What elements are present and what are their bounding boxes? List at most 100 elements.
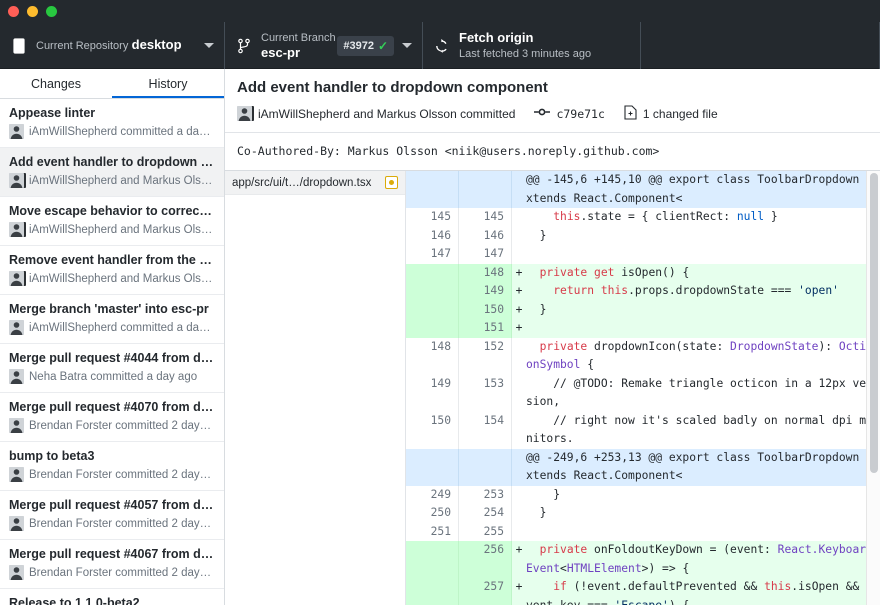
chevron-down-icon [204,43,214,48]
diff-line-marker: + [512,578,526,605]
toolbar-spacer [641,22,880,69]
commit-list-item-author: iAmWillShepherd committed a day ago [29,322,215,334]
diff-new-line-number: 256 [459,541,512,578]
current-branch-value: esc-pr [261,45,300,60]
diff-old-line-number: 149 [406,375,459,412]
commit-list-item[interactable]: Release to 1.1.0-beta2Neha Batra committ… [0,589,224,605]
commit-list-item[interactable]: Merge pull request #4044 from des…Neha B… [0,344,224,393]
current-repository-button[interactable]: Current Repository desktop [0,22,225,69]
avatar [9,369,24,384]
diff-line-ctx: 251255 [406,523,880,542]
pull-request-number: #3972 [343,40,374,52]
close-window-button[interactable] [8,6,19,17]
diff-new-line-number: 254 [459,504,512,523]
diff-line-marker [512,523,526,542]
commit-list-item-author: Brendan Forster committed 2 days ago [29,567,215,579]
commit-list-item[interactable]: Move escape behavior to correct co…iAmWi… [0,197,224,246]
commit-description: Co-Authored-By: Markus Olsson <niik@user… [237,133,868,170]
commit-list-item-meta: Brendan Forster committed 2 days ago [9,418,215,433]
diff-line-ctx: 147147 [406,245,880,264]
commit-list-item-meta: iAmWillShepherd and Markus Olsson… [9,222,215,237]
diff-old-line-number [406,449,459,486]
diff-new-line-number: 151 [459,319,512,338]
commit-list-item[interactable]: Merge pull request #4070 from desk..Bren… [0,393,224,442]
diff-line-marker [512,171,526,208]
commit-list-item-author: Neha Batra committed a day ago [29,371,197,383]
diff-new-line-number: 154 [459,412,512,449]
changed-file-list[interactable]: app/src/ui/t…/dropdown.tsx [225,171,406,605]
changed-file-path: app/src/ui/t…/dropdown.tsx [232,177,380,189]
tab-history[interactable]: History [112,69,224,98]
fetch-origin-button[interactable]: Fetch origin Last fetched 3 minutes ago [423,22,641,69]
commit-list-item[interactable]: Remove event handler from the bran.. iAmW… [0,246,224,295]
commit-list-item[interactable]: Merge branch 'master' into esc-priAmWill… [0,295,224,344]
commit-list-item-title: Add event handler to dropdown com… [9,155,215,169]
diff-old-line-number [406,319,459,338]
diff-line-code [526,319,880,338]
commit-list-item-meta: iAmWillShepherd and Markus Olsson.. [9,271,215,286]
avatar [9,173,24,188]
diff-new-line-number: 146 [459,227,512,246]
diff-line-add: 150+ } [406,301,880,320]
commit-list-item-title: Remove event handler from the bran.. [9,253,215,267]
diff-line-ctx: 249253 } [406,486,880,505]
commit-list[interactable]: Appease linter iAmWillShepherd committed … [0,99,224,605]
diff-line-code: } [526,504,880,523]
diff-line-marker [512,208,526,227]
current-branch-button[interactable]: Current Branch esc-pr #3972 ✓ [225,22,423,69]
diff-old-line-number: 150 [406,412,459,449]
diff-new-line-number: 153 [459,375,512,412]
sidebar-tabs: Changes History [0,69,224,99]
tab-changes[interactable]: Changes [0,69,112,98]
diff-scrollbar-thumb[interactable] [870,173,878,473]
commit-list-item-title: Release to 1.1.0-beta2 [9,596,215,605]
diff-scrollbar[interactable] [866,171,880,605]
diff-line-marker [512,227,526,246]
diff-line-marker: + [512,541,526,578]
diff-line-marker [512,412,526,449]
commit-list-item-title: Merge pull request #4067 from desk.. [9,547,215,561]
commit-detail-header: Add event handler to dropdown component … [225,69,880,171]
commit-list-item[interactable]: bump to beta3Brendan Forster committed 2… [0,442,224,491]
diff-new-line-number: 145 [459,208,512,227]
diff-new-line-number [459,171,512,208]
commit-list-item[interactable]: Add event handler to dropdown com…iAmWil… [0,148,224,197]
repo-icon [10,38,28,54]
current-repository-text: Current Repository desktop [36,37,196,54]
commit-list-item[interactable]: Merge pull request #4057 from desk..Bren… [0,491,224,540]
diff-line-code: @@ -249,6 +253,13 @@ export class Toolba… [526,449,880,486]
zoom-window-button[interactable] [46,6,57,17]
commit-list-item-author: Brendan Forster committed 2 days ago [29,469,215,481]
minimize-window-button[interactable] [27,6,38,17]
commit-attribution-row: iAmWillShepherd and Markus Olsson commit… [237,104,868,132]
fetch-origin-text: Fetch origin Last fetched 3 minutes ago [459,30,630,62]
commit-summary: Add event handler to dropdown component [237,79,868,96]
diff-old-line-number [406,171,459,208]
diff-old-line-number [406,282,459,301]
diff-line-code: return this.props.dropdownState === 'ope… [526,282,880,301]
diff-line-code [526,523,880,542]
sync-icon [433,38,451,54]
file-status-modified-icon [385,176,398,189]
check-icon: ✓ [378,39,388,53]
file-and-diff-area: app/src/ui/t…/dropdown.tsx @@ -145,6 +14… [225,171,880,605]
diff-line-add: 257+ if (!event.defaultPrevented && this… [406,578,880,605]
toolbar: Current Repository desktop Current Branc… [0,22,880,69]
diff-line-add: 256+ private onFoldoutKeyDown = (event: … [406,541,880,578]
diff-line-ctx: 146146 } [406,227,880,246]
diff-viewer[interactable]: @@ -145,6 +145,10 @@ export class Toolba… [406,171,880,605]
diff-new-line-number: 255 [459,523,512,542]
diff-lines: @@ -145,6 +145,10 @@ export class Toolba… [406,171,880,605]
commit-list-item-meta: iAmWillShepherd committed a day ago [9,320,215,335]
commit-list-item-meta: Brendan Forster committed 2 days ago [9,467,215,482]
commit-list-item[interactable]: Appease linter iAmWillShepherd committed … [0,99,224,148]
commit-sha[interactable]: c79e71c [556,107,604,121]
diff-line-marker: + [512,301,526,320]
pull-request-badge[interactable]: #3972 ✓ [337,36,394,56]
commit-list-item-meta: iAmWillShepherd committed a day ago [9,124,215,139]
changed-files-count: 1 changed file [643,107,718,121]
changed-file-row[interactable]: app/src/ui/t…/dropdown.tsx [225,171,405,195]
diff-new-line-number: 147 [459,245,512,264]
commit-list-item-title: Appease linter [9,106,215,120]
commit-list-item[interactable]: Merge pull request #4067 from desk.. Bren… [0,540,224,589]
